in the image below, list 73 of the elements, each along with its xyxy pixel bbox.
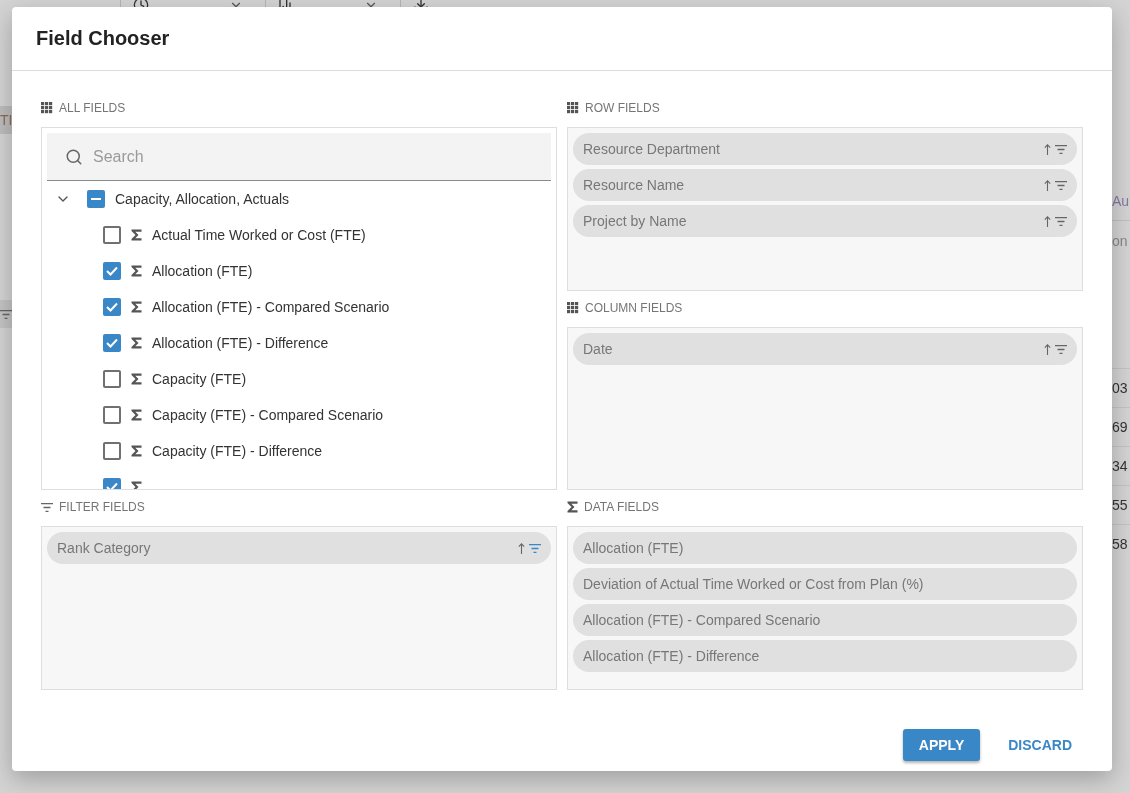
filter-icon[interactable] — [529, 543, 541, 553]
sigma-icon — [131, 265, 142, 277]
sort-up-icon[interactable] — [1044, 343, 1051, 355]
dialog-title: Field Chooser — [12, 7, 1112, 71]
grid-icon — [567, 102, 579, 114]
tab-label[interactable]: TI — [0, 106, 12, 134]
filter-icon[interactable] — [1055, 180, 1067, 190]
sigma-icon — [131, 337, 142, 349]
apply-button[interactable]: APPLY — [902, 729, 981, 761]
sigma-icon — [131, 445, 142, 457]
field-label: Actual Time Worked or Cost (FTE) — [152, 227, 366, 243]
chip-label: Resource Department — [583, 141, 720, 157]
field-label: Allocation (FTE) - Difference — [152, 335, 329, 351]
chip-label: Resource Name — [583, 177, 685, 193]
chip-label: Rank Category — [57, 540, 151, 556]
sort-up-icon[interactable] — [1044, 143, 1051, 155]
field-label: Capacity (FTE) — [152, 371, 247, 387]
filter-icon[interactable] — [1055, 216, 1067, 226]
sort-up-icon[interactable] — [1044, 179, 1051, 191]
check-icon — [106, 266, 118, 276]
filter-icon[interactable] — [0, 309, 12, 319]
field-label: Allocation (FTE) — [152, 263, 253, 279]
section-label: ALL FIELDS — [59, 101, 126, 115]
grid-icon — [567, 302, 579, 314]
field-chip[interactable]: Date — [573, 333, 1077, 365]
filter-icon[interactable] — [1055, 344, 1067, 354]
field-chip[interactable]: Rank Category — [47, 532, 551, 564]
checkbox[interactable] — [103, 298, 121, 316]
check-icon — [106, 338, 118, 348]
check-icon — [106, 302, 118, 312]
section-label: ROW FIELDS — [585, 101, 660, 115]
search-icon — [65, 148, 83, 166]
checkbox[interactable] — [103, 406, 121, 424]
chip-label: Deviation of Actual Time Worked or Cost from Plan (%) — [583, 576, 924, 592]
section-label: DATA FIELDS — [584, 500, 659, 514]
sort-up-icon[interactable] — [1044, 215, 1051, 227]
group-label: Capacity, Allocation, Actuals — [115, 191, 290, 207]
checkbox[interactable] — [103, 226, 121, 244]
field-label: Capacity (FTE) - Difference — [152, 443, 323, 459]
dash-icon — [91, 198, 101, 200]
sigma-icon — [131, 301, 142, 313]
field-chip[interactable]: Allocation (FTE) — [573, 532, 1077, 564]
chip-label: Date — [583, 341, 613, 357]
sort-up-icon[interactable] — [518, 542, 525, 554]
field-chip[interactable]: Allocation (FTE) - Difference — [573, 640, 1077, 672]
sigma-icon — [131, 229, 142, 241]
search-field[interactable]: Search — [47, 133, 551, 181]
filter-icon[interactable] — [41, 502, 53, 512]
chip-label: Allocation (FTE) - Compared Scenario — [583, 612, 821, 628]
column-subheader: on — [1112, 232, 1129, 251]
checkbox[interactable] — [103, 370, 121, 388]
sigma-icon — [567, 501, 578, 513]
section-label: FILTER FIELDS — [59, 500, 145, 514]
field-label: Allocation (FTE) - Compared Scenario — [152, 299, 390, 315]
field-label: Capacity (FTE) - Compared Scenario — [152, 407, 384, 423]
chip-label: Allocation (FTE) - Difference — [583, 648, 760, 664]
checkbox[interactable] — [103, 442, 121, 460]
sigma-icon — [131, 373, 142, 385]
discard-button[interactable]: DISCARD — [992, 729, 1088, 761]
field-chip[interactable]: Project by Name — [573, 205, 1077, 237]
field-chip[interactable]: Deviation of Actual Time Worked or Cost from Plan (%) — [573, 568, 1077, 600]
checkbox[interactable] — [87, 190, 105, 208]
sigma-icon — [131, 409, 142, 421]
filter-icon[interactable] — [1055, 144, 1067, 154]
checkbox[interactable] — [103, 334, 121, 352]
section-label: COLUMN FIELDS — [585, 301, 683, 315]
field-chip[interactable]: Allocation (FTE) - Compared Scenario — [573, 604, 1077, 636]
chip-label: Allocation (FTE) — [583, 540, 684, 556]
field-chip[interactable]: Resource Name — [573, 169, 1077, 201]
field-chip[interactable]: Resource Department — [573, 133, 1077, 165]
checkbox[interactable] — [103, 262, 121, 280]
grid-icon — [41, 102, 53, 114]
chip-label: Project by Name — [583, 213, 687, 229]
